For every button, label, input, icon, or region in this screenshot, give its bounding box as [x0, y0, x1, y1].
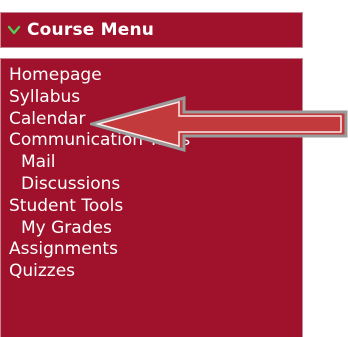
menu-item-homepage[interactable]: Homepage [1, 65, 302, 87]
menu-item-mail[interactable]: Mail [1, 152, 302, 174]
menu-item-assignments[interactable]: Assignments [1, 239, 302, 261]
menu-item-quizzes[interactable]: Quizzes [1, 261, 302, 283]
chevron-down-icon [7, 23, 21, 37]
arrow-left-icon [90, 96, 348, 152]
course-menu-panel: Course Menu Homepage Syllabus Calendar C… [0, 0, 348, 337]
course-menu-header[interactable]: Course Menu [0, 12, 303, 48]
menu-item-student-tools[interactable]: Student Tools [1, 196, 302, 218]
menu-item-discussions[interactable]: Discussions [1, 174, 302, 196]
menu-item-my-grades[interactable]: My Grades [1, 218, 302, 240]
course-menu-title: Course Menu [27, 20, 155, 40]
